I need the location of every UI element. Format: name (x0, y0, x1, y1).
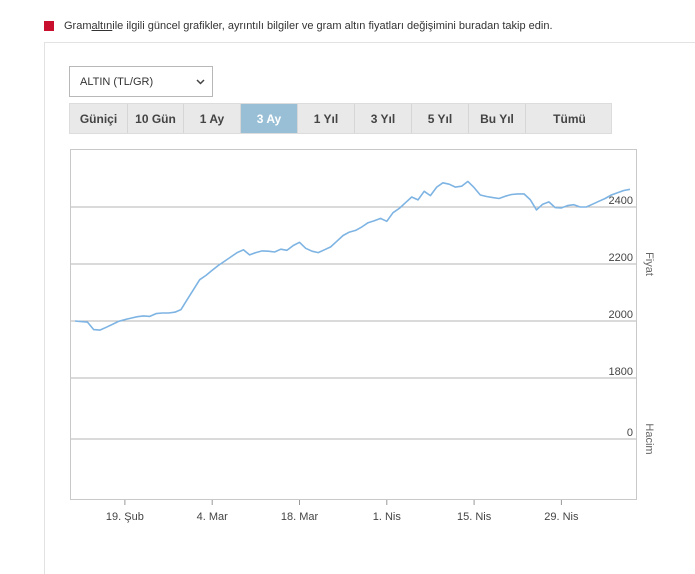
price-series-line (74, 180, 631, 331)
x-tick-label: 19. Şub (106, 511, 144, 523)
x-tick-label: 1. Nis (373, 511, 402, 523)
price-tick-label: 1800 (609, 366, 633, 378)
price-tick-label: 2000 (609, 309, 633, 321)
price-chart: 2400 2200 2000 1800 0 Fiyat Hacim 19. Şub 4. Mar… (71, 180, 655, 523)
x-tick-label: 18. Mar (281, 511, 319, 523)
volume-axis-label: Hacim (643, 423, 655, 454)
x-tick-label: 29. Nis (544, 511, 579, 523)
price-axis-label: Fiyat (643, 252, 655, 276)
price-tick-label: 2400 (609, 195, 633, 207)
volume-tick-label: 0 (627, 427, 633, 439)
x-tick-label: 15. Nis (457, 511, 492, 523)
x-tick-label: 4. Mar (197, 511, 229, 523)
price-tick-label: 2200 (609, 252, 633, 264)
